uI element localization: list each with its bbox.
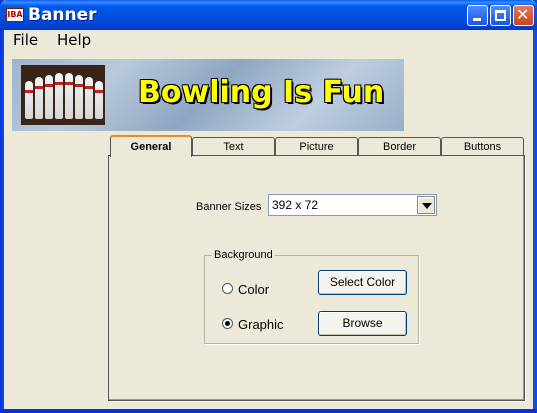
maximize-button[interactable] — [490, 5, 511, 26]
tab-general[interactable]: General — [110, 135, 192, 157]
close-icon: ✕ — [516, 5, 530, 24]
minimize-button[interactable] — [467, 5, 488, 26]
graphic-radio-label[interactable]: Graphic — [238, 317, 284, 332]
color-radio[interactable] — [222, 283, 233, 294]
close-button[interactable]: ✕ — [513, 5, 534, 26]
tab-picture[interactable]: Picture — [275, 137, 358, 156]
banner-sizes-value: 392 x 72 — [272, 198, 319, 212]
window-title: Banner — [28, 5, 97, 25]
banner-text: Bowling Is Fun — [138, 75, 385, 110]
banner-preview: Bowling Is Fun — [12, 59, 404, 131]
select-color-button[interactable]: Select Color — [318, 270, 407, 295]
app-icon: IBA — [6, 8, 24, 22]
minimize-icon — [473, 18, 481, 21]
graphic-radio[interactable] — [222, 318, 233, 329]
banner-window: IBA Banner ✕ File Help Bowling Is Fun Ge… — [0, 0, 537, 413]
tab-buttons[interactable]: Buttons — [441, 137, 524, 156]
menu-bar: File Help — [4, 30, 533, 50]
color-radio-label[interactable]: Color — [238, 282, 269, 297]
browse-button[interactable]: Browse — [318, 311, 407, 336]
menu-help[interactable]: Help — [57, 31, 91, 49]
chevron-down-icon[interactable] — [417, 196, 435, 214]
banner-sizes-label: Banner Sizes — [196, 201, 262, 213]
menu-file[interactable]: File — [13, 31, 38, 49]
tab-border[interactable]: Border — [358, 137, 441, 156]
maximize-icon — [495, 10, 506, 21]
title-bar[interactable]: IBA Banner ✕ — [0, 0, 537, 30]
tab-text[interactable]: Text — [192, 137, 275, 156]
background-group-legend: Background — [212, 249, 275, 261]
bowling-pins-image — [21, 65, 105, 125]
banner-sizes-select[interactable]: 392 x 72 — [268, 194, 437, 216]
